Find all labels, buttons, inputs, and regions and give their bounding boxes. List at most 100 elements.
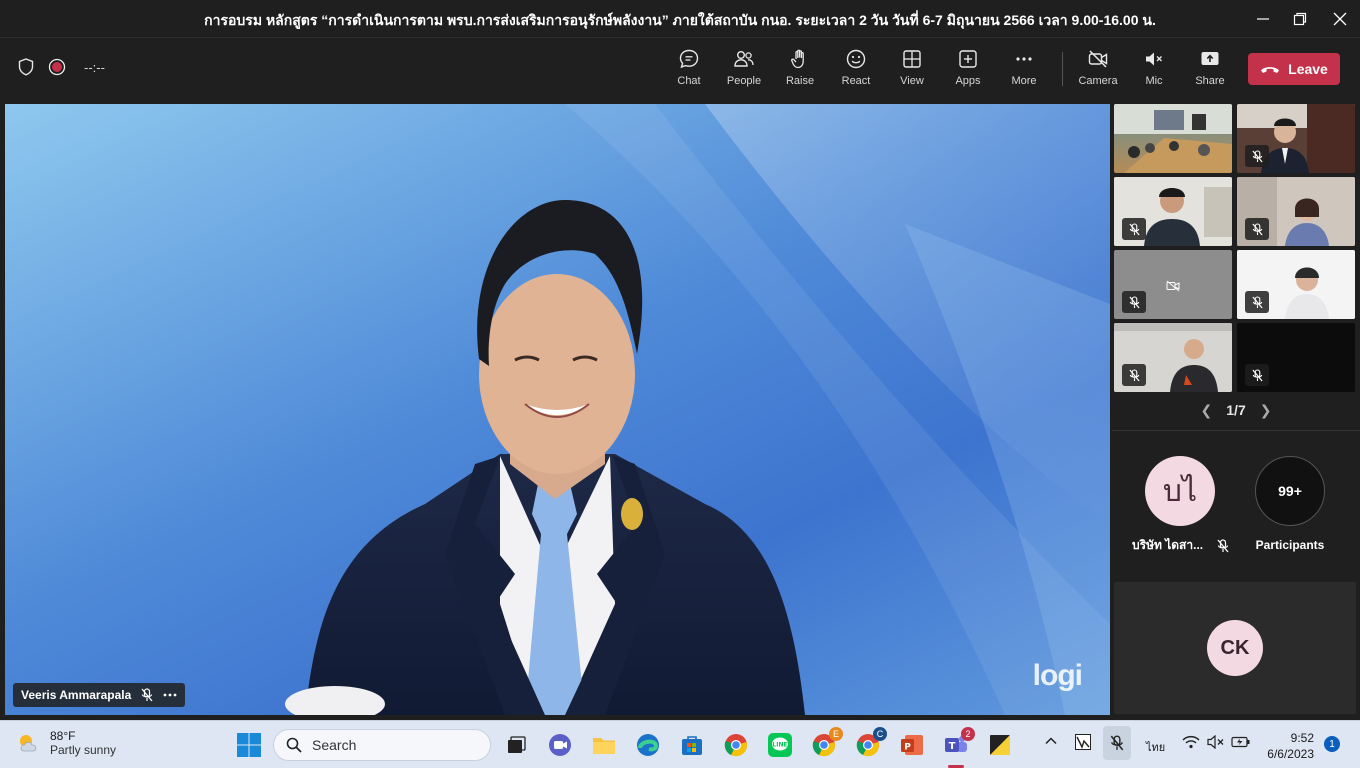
tray-mic-muted-button[interactable]	[1103, 726, 1131, 760]
folder-icon	[593, 738, 615, 754]
react-button[interactable]: React	[830, 48, 882, 94]
chevron-up-icon	[1045, 737, 1057, 745]
muted-badge	[1245, 145, 1269, 167]
meeting-timer: --:--	[84, 59, 105, 75]
self-preview-card[interactable]: CK	[1114, 582, 1356, 714]
more-options-icon[interactable]	[163, 693, 177, 697]
mic-off-icon	[1128, 368, 1140, 381]
taskbar-clock[interactable]: 9:52 6/6/2023	[1262, 730, 1314, 762]
windows-logo-icon	[237, 733, 261, 757]
participant-name-row: บริษัท ไดสา...	[1132, 536, 1229, 555]
clock-date: 6/6/2023	[1267, 747, 1314, 761]
edge-browser-button[interactable]	[635, 732, 661, 758]
minimize-icon	[1257, 18, 1269, 20]
close-window-button[interactable]	[1322, 6, 1358, 32]
store-button[interactable]	[679, 732, 705, 758]
apps-button[interactable]: Apps	[942, 48, 994, 94]
powerpoint-button[interactable]: P	[899, 732, 925, 758]
people-button[interactable]: People	[718, 48, 770, 94]
raise-hand-icon	[791, 49, 804, 69]
mic-button[interactable]: Mic	[1128, 48, 1180, 94]
mic-off-icon	[1251, 368, 1263, 381]
react-label: React	[841, 75, 871, 87]
volume-button[interactable]	[1207, 734, 1225, 752]
camera-button[interactable]: Camera	[1072, 48, 1124, 94]
window-title: การอบรม หลักสูตร “การดำเนินการตาม พรบ.กา…	[204, 12, 1156, 28]
task-view-icon	[508, 736, 526, 753]
task-view-button[interactable]	[503, 732, 529, 758]
video-tile[interactable]	[1114, 104, 1232, 173]
taskbar-search[interactable]: Search	[273, 729, 491, 761]
mic-off-icon	[141, 688, 153, 702]
gallery-pager: ❮ 1/7 ❯	[1112, 402, 1360, 419]
video-tile[interactable]	[1237, 177, 1355, 246]
edge-icon	[637, 734, 659, 756]
video-tile[interactable]	[1237, 250, 1355, 319]
video-tile[interactable]	[1114, 177, 1232, 246]
participant-name: บริษัท ไดสา...	[1132, 538, 1204, 552]
teams-button[interactable]: T 2	[943, 727, 975, 758]
sticky-notes-button[interactable]	[987, 732, 1013, 758]
share-label: Share	[1195, 75, 1225, 87]
mic-off-icon	[1217, 538, 1229, 552]
share-button[interactable]: Share	[1184, 48, 1236, 94]
chrome-profile-e-button[interactable]: E	[811, 727, 843, 758]
video-tile[interactable]	[1237, 323, 1355, 392]
file-explorer-button[interactable]	[591, 732, 617, 758]
participants-count-button[interactable]: 99+	[1255, 456, 1325, 526]
minimize-button[interactable]	[1245, 6, 1281, 32]
powerpoint-icon: P	[901, 735, 923, 755]
chrome-icon	[724, 734, 747, 757]
sticky-note-icon	[990, 735, 1010, 755]
more-dots-icon	[1016, 57, 1032, 61]
shield-icon[interactable]	[18, 58, 34, 76]
view-button[interactable]: View	[886, 48, 938, 94]
video-tile[interactable]	[1114, 323, 1232, 392]
profile-badge-c: C	[873, 727, 887, 741]
toolbar-divider	[1062, 52, 1063, 86]
teams-notification-badge: 2	[961, 727, 975, 741]
muted-badge	[1245, 291, 1269, 313]
raise-label: Raise	[785, 75, 815, 87]
profile-badge-e: E	[829, 727, 843, 741]
tray-overflow-button[interactable]	[1044, 734, 1058, 751]
participant-avatar[interactable]: บไ	[1145, 456, 1215, 526]
more-label: More	[1011, 75, 1037, 87]
mic-label: Mic	[1145, 75, 1163, 87]
more-button[interactable]: More	[998, 48, 1050, 94]
speaker-muted-icon	[1146, 52, 1162, 66]
participants-label: Participants	[1255, 538, 1325, 552]
tray-app-icon[interactable]	[1075, 734, 1091, 753]
panel-divider	[1112, 430, 1360, 431]
wifi-icon	[1182, 735, 1200, 749]
start-button[interactable]	[236, 732, 262, 758]
weather-widget[interactable]: 88°F Partly sunny	[16, 729, 116, 757]
chat-label: Chat	[677, 75, 701, 87]
line-app-button[interactable]: LINE	[767, 732, 793, 758]
chrome-button[interactable]	[723, 732, 749, 758]
video-tile[interactable]	[1114, 250, 1232, 319]
main-speaker-video[interactable]: logi Veeris Ammarapala	[5, 104, 1110, 715]
leave-button[interactable]: Leave	[1248, 53, 1340, 85]
battery-button[interactable]	[1231, 735, 1251, 752]
muted-badge	[1245, 364, 1269, 386]
chat-button[interactable]: Chat	[663, 48, 715, 94]
smiley-icon	[846, 49, 866, 69]
tray-app-icon-graphic	[1075, 734, 1091, 750]
chevron-left-icon[interactable]: ❮	[1201, 402, 1213, 418]
video-tile[interactable]	[1237, 104, 1355, 173]
meet-app-button[interactable]	[547, 732, 573, 758]
raise-hand-button[interactable]: Raise	[774, 48, 826, 94]
input-language[interactable]: ไทย	[1146, 738, 1165, 756]
self-initials: CK	[1220, 636, 1250, 659]
notification-count[interactable]: 1	[1324, 736, 1340, 752]
wifi-button[interactable]	[1182, 735, 1200, 752]
mic-off-icon	[1251, 222, 1263, 235]
camera-label: Camera	[1078, 75, 1118, 87]
volume-muted-icon	[1207, 734, 1224, 750]
meeting-room-video	[1114, 104, 1232, 173]
partly-sunny-icon	[20, 735, 37, 752]
maximize-button[interactable]	[1282, 6, 1318, 32]
chevron-right-icon[interactable]: ❯	[1260, 402, 1272, 418]
chrome-profile-c-button[interactable]: C	[855, 727, 887, 758]
